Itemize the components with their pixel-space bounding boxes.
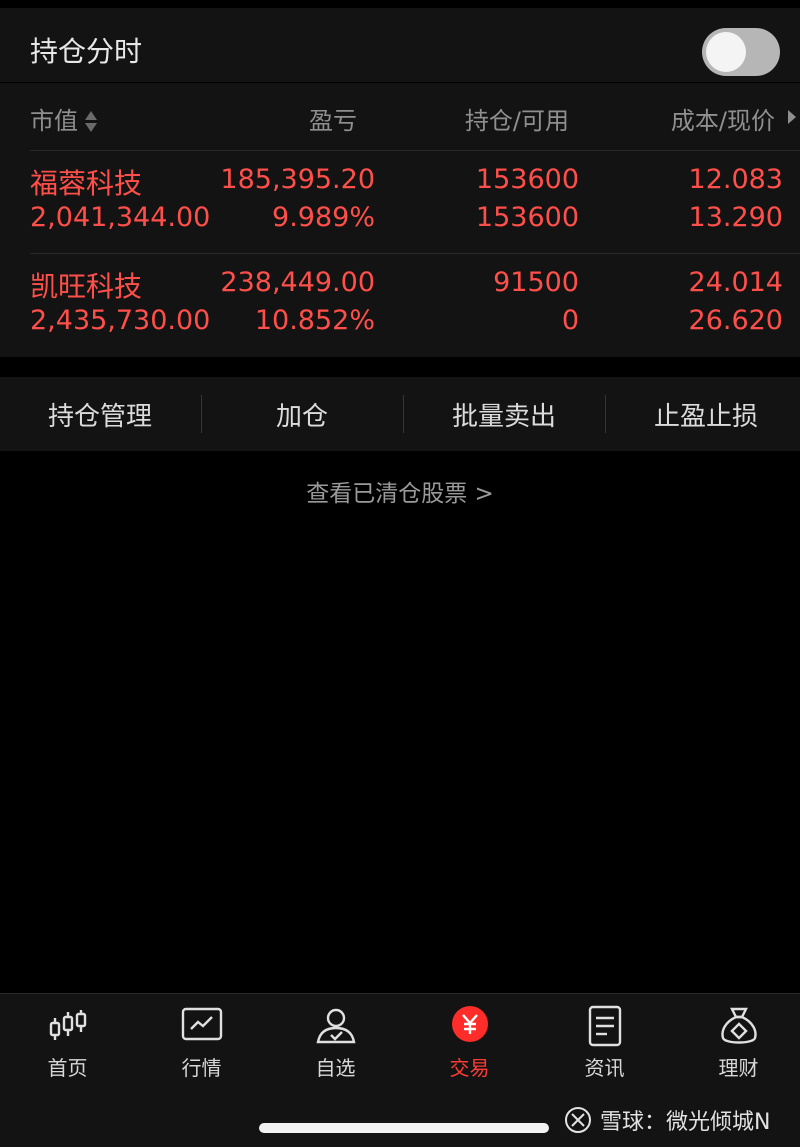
positions-table: 市值 盈亏 持仓/可用 成本/现价 福蓉科技 2,041,344.00 185,… — [0, 83, 800, 357]
tab-trade[interactable]: 交易 — [403, 1004, 536, 1084]
position-row[interactable]: 凯旺科技 2,435,730.00 238,449.00 10.852% 915… — [0, 253, 800, 357]
watermark-text: 雪球：微光倾城N — [600, 1110, 771, 1135]
holding-qty: 91500 — [493, 267, 579, 298]
take-profit-stop-loss-button[interactable]: 止盈止损 — [606, 377, 800, 451]
column-header-position: 持仓/可用 — [464, 107, 569, 135]
position-row[interactable]: 福蓉科技 2,041,344.00 185,395.20 9.989% 1536… — [0, 150, 800, 254]
user-check-icon — [316, 1008, 355, 1044]
market-value: 2,041,344.00 — [30, 202, 211, 233]
tab-news[interactable]: 资讯 — [538, 1004, 671, 1084]
candlestick-icon — [49, 1010, 86, 1040]
cost-price: 24.014 — [688, 267, 783, 298]
sort-icon — [84, 110, 98, 134]
available-qty: 0 — [561, 305, 579, 336]
toggle-knob — [706, 32, 746, 72]
pnl-percent: 9.989% — [272, 202, 375, 233]
tab-label: 首页 — [47, 1056, 88, 1080]
scroll-right-arrow-icon[interactable] — [788, 110, 796, 124]
pnl-percent: 10.852% — [254, 305, 375, 336]
column-header-market-value[interactable]: 市值 — [30, 101, 98, 136]
tab-label: 行情 — [181, 1056, 222, 1080]
xueqiu-logo-icon — [565, 1107, 591, 1133]
pnl-amount: 238,449.00 — [220, 267, 375, 298]
tab-home[interactable]: 首页 — [1, 1004, 134, 1084]
cost-price: 12.083 — [688, 164, 783, 195]
view-cleared-stocks-link[interactable]: 查看已清仓股票 > — [0, 474, 800, 508]
add-position-button[interactable]: 加仓 — [202, 377, 402, 451]
batch-sell-button[interactable]: 批量卖出 — [404, 377, 604, 451]
available-qty: 153600 — [475, 202, 579, 233]
tab-label: 交易 — [449, 1056, 490, 1080]
manage-positions-button[interactable]: 持仓管理 — [0, 377, 200, 451]
home-indicator — [259, 1123, 549, 1133]
header-bar: 持仓分时 — [0, 8, 800, 82]
chart-icon — [181, 1007, 222, 1041]
tab-label: 自选 — [315, 1056, 356, 1080]
watermark: 雪球：微光倾城N — [564, 1104, 770, 1136]
tab-label: 理财 — [718, 1056, 759, 1080]
document-icon — [588, 1005, 621, 1047]
holding-qty: 153600 — [475, 164, 579, 195]
pnl-amount: 185,395.20 — [220, 164, 375, 195]
stock-name: 福蓉科技 — [30, 167, 143, 200]
tab-watchlist[interactable]: 自选 — [269, 1004, 402, 1084]
yen-icon — [451, 1006, 488, 1042]
intraday-toggle[interactable] — [702, 28, 780, 76]
tab-label: 资讯 — [584, 1056, 625, 1080]
stock-name: 凯旺科技 — [30, 270, 143, 303]
money-bag-icon — [720, 1007, 757, 1044]
column-header-cost-price: 成本/现价 — [670, 107, 775, 135]
column-header-label: 市值 — [30, 107, 78, 135]
column-header-pnl: 盈亏 — [309, 107, 357, 135]
tab-wealth[interactable]: 理财 — [672, 1004, 800, 1084]
tab-market[interactable]: 行情 — [135, 1004, 268, 1084]
market-value: 2,435,730.00 — [30, 305, 211, 336]
current-price: 13.290 — [688, 202, 783, 233]
current-price: 26.620 — [688, 305, 783, 336]
action-bar: 持仓管理 加仓 批量卖出 止盈止损 — [0, 377, 800, 451]
page-title: 持仓分时 — [30, 35, 143, 68]
